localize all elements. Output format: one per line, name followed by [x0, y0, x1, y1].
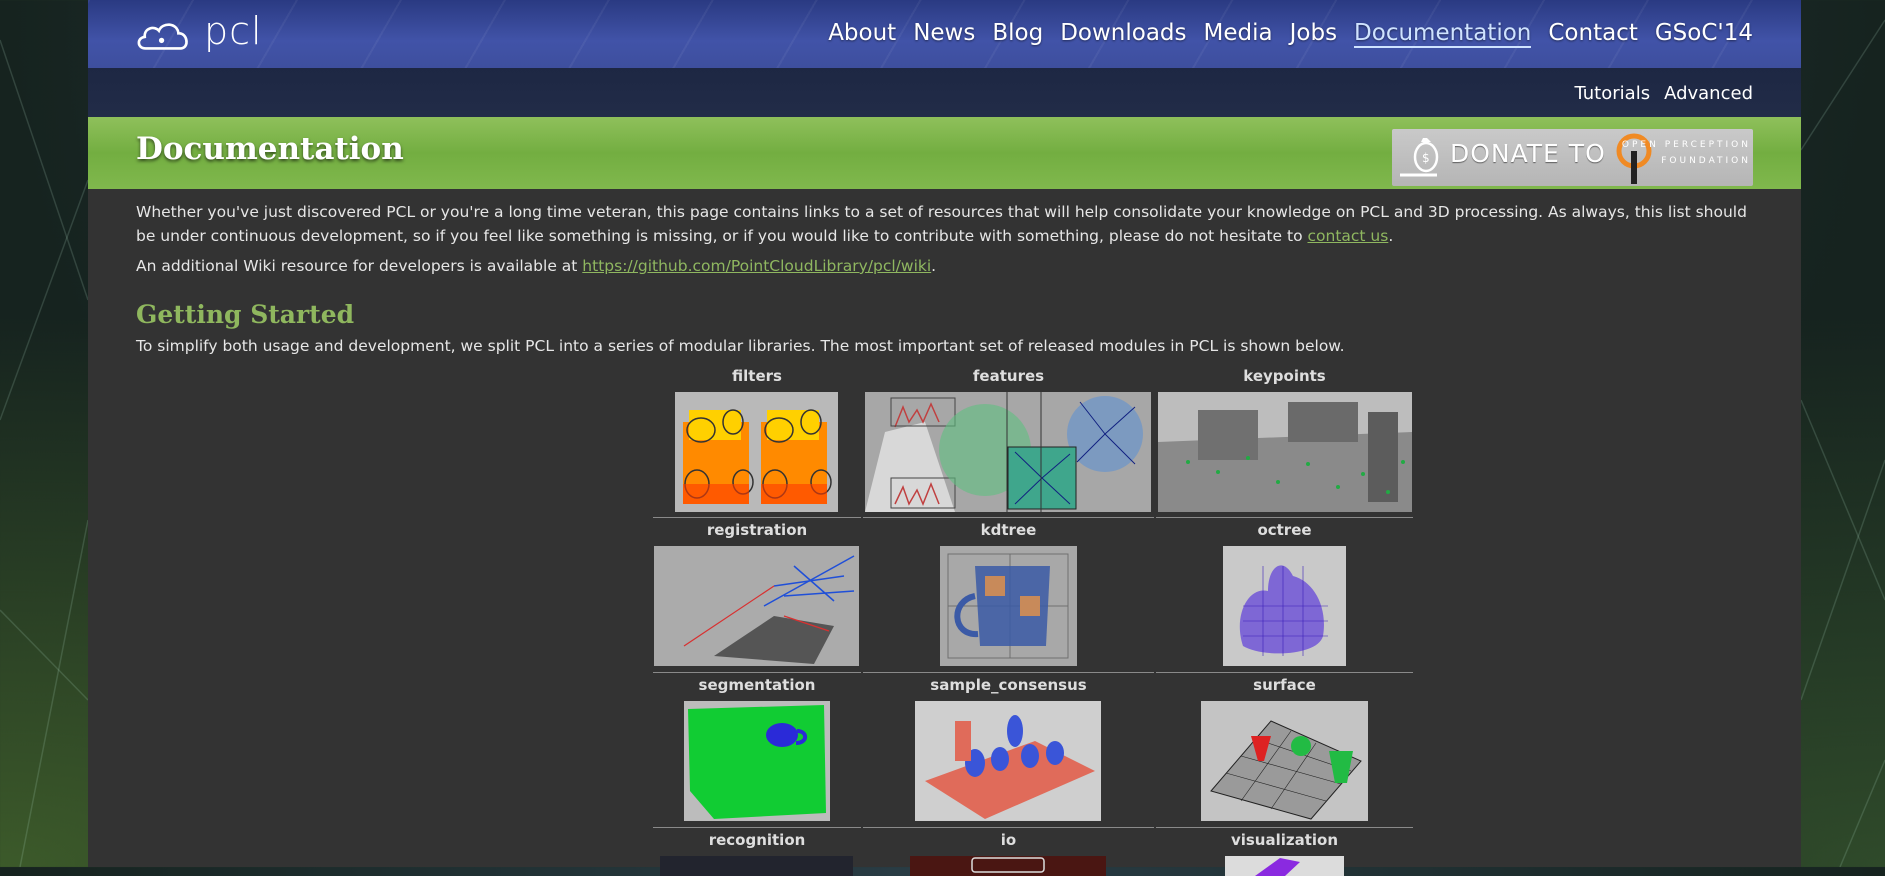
row-divider [863, 827, 1154, 828]
svg-text:$: $ [1422, 151, 1430, 165]
intro-end: . [1388, 227, 1394, 245]
row-divider [653, 672, 861, 673]
module-segmentation[interactable]: segmentation [653, 676, 861, 831]
title-bar: Documentation $ DONATE TO OPEN PERCEPTIO… [88, 117, 1801, 189]
subnav-tutorials[interactable]: Tutorials [1575, 83, 1651, 104]
page-container: pcl About News Blog Downloads Media Jobs… [88, 0, 1801, 876]
module-label: surface [1253, 676, 1316, 694]
module-label: segmentation [698, 676, 816, 694]
module-label: octree [1257, 521, 1312, 539]
nav-about[interactable]: About [828, 20, 896, 48]
money-bag-icon: $ [1400, 138, 1439, 177]
nav-documentation[interactable]: Documentation [1354, 20, 1532, 48]
module-keypoints[interactable]: keypoints [1156, 367, 1413, 521]
wiki-end: . [931, 257, 937, 275]
nav-jobs[interactable]: Jobs [1290, 20, 1337, 48]
nav-contact[interactable]: Contact [1548, 20, 1637, 48]
module-label: io [1000, 831, 1017, 849]
row-divider [1156, 827, 1413, 828]
wiki-text: An additional Wiki resource for develope… [136, 257, 583, 275]
nav-blog[interactable]: Blog [992, 20, 1043, 48]
surface-image[interactable] [1201, 701, 1368, 821]
subnav-advanced[interactable]: Advanced [1664, 83, 1753, 104]
contact-us-link[interactable]: contact us [1307, 227, 1388, 245]
segmentation-image[interactable] [684, 701, 830, 821]
intro-text: Whether you've just discovered PCL or yo… [136, 203, 1747, 245]
nav-media[interactable]: Media [1204, 20, 1273, 48]
kdtree-image[interactable] [940, 546, 1077, 666]
module-label: features [972, 367, 1045, 385]
donate-org: OPEN PERCEPTION FOUNDATION [1561, 137, 1751, 169]
nav-downloads[interactable]: Downloads [1060, 20, 1186, 48]
sub-nav: Tutorials Advanced [88, 68, 1801, 117]
module-label: registration [706, 521, 808, 539]
module-sample-consensus[interactable]: sample_consensus [863, 676, 1154, 831]
recognition-image[interactable] [660, 856, 853, 876]
module-io[interactable]: io [863, 831, 1154, 876]
module-surface[interactable]: surface [1156, 676, 1413, 831]
keypoints-image[interactable] [1158, 392, 1412, 512]
visualization-image[interactable] [1225, 856, 1344, 876]
module-filters[interactable]: filters [653, 367, 861, 521]
row-divider [1156, 672, 1413, 673]
main-nav: About News Blog Downloads Media Jobs Doc… [811, 20, 1753, 48]
wiki-link[interactable]: https://github.com/PointCloudLibrary/pcl… [582, 257, 931, 275]
module-features[interactable]: features [863, 367, 1154, 521]
page-title: Documentation [136, 131, 404, 167]
row-divider [653, 517, 861, 518]
row-divider [863, 517, 1154, 518]
sample-consensus-image[interactable] [915, 701, 1101, 821]
logo-text[interactable]: pcl [204, 12, 263, 50]
module-label: sample_consensus [930, 676, 1087, 694]
module-octree[interactable]: octree [1156, 521, 1413, 676]
nav-gsoc[interactable]: GSoC'14 [1655, 20, 1753, 48]
donate-banner[interactable]: $ DONATE TO OPEN PERCEPTION FOUNDATION [1392, 129, 1753, 186]
intro-paragraph: Whether you've just discovered PCL or yo… [136, 200, 1753, 248]
features-image[interactable] [865, 392, 1151, 512]
module-kdtree[interactable]: kdtree [863, 521, 1154, 676]
module-registration[interactable]: registration [653, 521, 861, 676]
wiki-paragraph: An additional Wiki resource for develope… [136, 254, 1753, 278]
getting-started-heading: Getting Started [136, 300, 355, 329]
module-label: keypoints [1243, 367, 1326, 385]
module-label: kdtree [980, 521, 1037, 539]
getting-started-text: To simplify both usage and development, … [136, 337, 1345, 355]
module-recognition[interactable]: recognition [653, 831, 861, 876]
donate-org-line2: FOUNDATION [1661, 156, 1751, 166]
module-label: recognition [708, 831, 806, 849]
module-label: visualization [1230, 831, 1339, 849]
top-header: pcl About News Blog Downloads Media Jobs… [88, 0, 1801, 68]
registration-image[interactable] [654, 546, 859, 666]
filters-image[interactable] [675, 392, 838, 512]
donate-org-line1: OPEN PERCEPTION [1621, 140, 1751, 150]
octree-image[interactable] [1223, 546, 1346, 666]
pcl-cloud-logo-icon[interactable] [135, 16, 197, 56]
module-visualization[interactable]: visualization [1156, 831, 1413, 876]
row-divider [653, 827, 861, 828]
io-image[interactable] [910, 856, 1106, 876]
module-label: filters [732, 367, 782, 385]
row-divider [863, 672, 1154, 673]
row-divider [1156, 517, 1413, 518]
nav-news[interactable]: News [913, 20, 975, 48]
